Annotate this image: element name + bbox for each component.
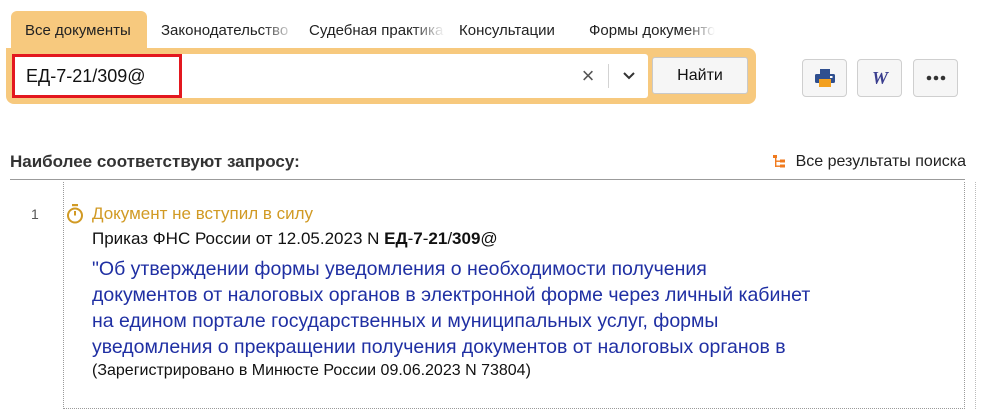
search-panel: × Найти — [6, 48, 756, 104]
registration-note: (Зарегистрировано в Минюсте России 09.06… — [92, 362, 531, 379]
tab-document-forms[interactable]: Формы документов — [575, 11, 715, 49]
document-title-line[interactable]: документов от налоговых органов в электр… — [92, 282, 932, 308]
svg-text:W: W — [871, 69, 889, 87]
doc-number-part: 7 — [413, 229, 423, 248]
search-history-dropdown[interactable] — [612, 63, 646, 89]
doc-number-part: 21 — [428, 229, 448, 248]
print-button[interactable] — [802, 59, 847, 97]
document-title-line[interactable]: "Об утверждении формы уведомления о необ… — [92, 256, 932, 282]
tree-list-icon — [772, 155, 787, 169]
scroll-guide — [975, 182, 976, 409]
status-text: Документ не вступил в силу — [92, 204, 314, 223]
more-dots-icon — [926, 75, 945, 81]
all-results-label: Все результаты поиска — [795, 153, 966, 170]
doc-number-part: @ — [480, 229, 498, 248]
tab-consultations[interactable]: Консультации — [445, 11, 575, 49]
search-box: × — [12, 54, 648, 98]
clear-search-button[interactable]: × — [572, 63, 604, 89]
all-results-link[interactable]: Все результаты поиска — [772, 153, 966, 171]
result-number: 1 — [31, 206, 39, 222]
chevron-down-icon — [623, 72, 635, 80]
printer-icon — [814, 69, 835, 87]
tab-court-practice[interactable]: Судебная практика — [295, 11, 445, 49]
results-divider — [10, 179, 965, 180]
more-options-button[interactable] — [913, 59, 958, 97]
category-tabs: Все документы Законодательство Судебная … — [11, 11, 715, 49]
document-title-line[interactable]: на едином портале государственных и муни… — [92, 308, 932, 334]
results-heading: Наиболее соответствуют запросу: — [10, 152, 300, 171]
stopwatch-icon — [66, 204, 84, 224]
doc-number-part: ЕД — [384, 229, 408, 248]
doc-number-part: 309 — [452, 229, 481, 248]
word-icon: W — [871, 69, 889, 87]
doc-prefix: Приказ ФНС России от 12.05.2023 N — [92, 229, 385, 248]
document-reference: Приказ ФНС России от 12.05.2023 N ЕД-7-2… — [92, 229, 498, 249]
save-to-word-button[interactable]: W — [857, 59, 902, 97]
document-title-line[interactable]: уведомления о прекращении получения доку… — [92, 334, 932, 360]
search-screen: Все документы Законодательство Судебная … — [0, 0, 983, 409]
find-button[interactable]: Найти — [652, 57, 748, 94]
result-status: Документ не вступил в силу — [66, 204, 313, 224]
search-divider — [608, 64, 609, 88]
search-input[interactable] — [12, 54, 572, 98]
tab-all-documents[interactable]: Все документы — [11, 11, 147, 49]
tab-legislation[interactable]: Законодательство — [147, 11, 295, 49]
